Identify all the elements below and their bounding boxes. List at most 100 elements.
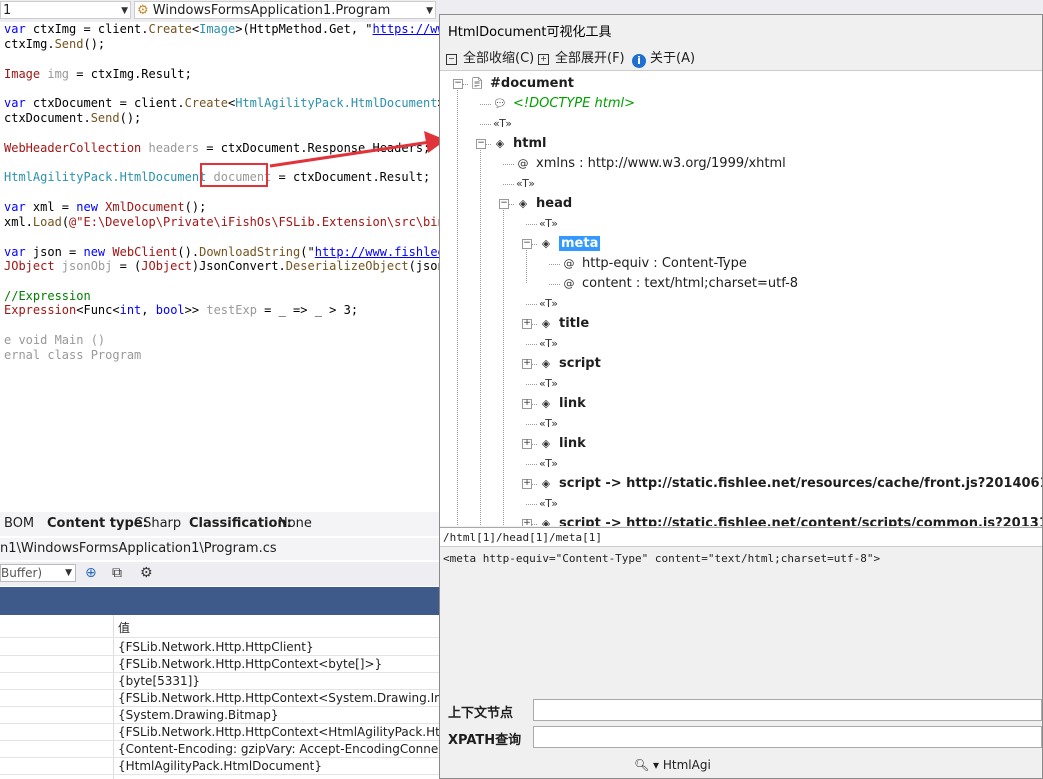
tree-node-text[interactable]: «T» bbox=[516, 175, 536, 193]
grid-value: {FSLib.Network.Http.HttpClient} bbox=[118, 640, 314, 654]
tree-node-link[interactable]: ◈ link bbox=[539, 435, 586, 453]
tree-node-label: head bbox=[536, 196, 573, 211]
buffer-dropdown-label: Buffer) bbox=[1, 566, 43, 580]
collapse-toggle-icon[interactable]: − bbox=[522, 239, 532, 249]
element-icon: ◈ bbox=[541, 237, 551, 250]
tree-node-head[interactable]: ◈ head bbox=[516, 195, 572, 213]
tree-node-label: content : text/html;charset=utf-8 bbox=[582, 276, 799, 291]
grid-value: {FSLib.Network.Http.HttpContext<byte[]>} bbox=[118, 657, 383, 671]
expand-toggle-icon[interactable]: + bbox=[522, 399, 532, 409]
tree-node-text[interactable]: «T» bbox=[539, 375, 559, 393]
tree-node-document[interactable]: 📄︎ #document bbox=[470, 75, 574, 93]
expand-toggle-icon[interactable]: + bbox=[522, 359, 532, 369]
tree-connector bbox=[526, 304, 537, 305]
element-icon: ◈ bbox=[541, 517, 551, 526]
globe-icon[interactable]: ⊕ bbox=[85, 565, 97, 581]
context-node-label: 上下文节点 bbox=[448, 706, 514, 721]
collapse-toggle-icon[interactable]: − bbox=[499, 199, 509, 209]
search-box[interactable]: 🔍︎ ▾ HtmlAgi bbox=[634, 758, 711, 772]
grid-row[interactable]: {byte[5331]} bbox=[0, 672, 440, 690]
tree-node-label: xmlns : http://www.w3.org/1999/xhtml bbox=[536, 156, 786, 171]
settings-icon[interactable]: ⚙ bbox=[140, 565, 153, 581]
context-node-input[interactable] bbox=[533, 699, 1042, 721]
xpath-query-input[interactable] bbox=[533, 726, 1042, 748]
tree-connector bbox=[480, 143, 481, 526]
comment-icon: 💬︎ bbox=[493, 97, 507, 110]
tree-node-label: meta bbox=[559, 236, 601, 251]
tree-node-script[interactable]: ◈ script -> http://static.fishlee.net/res… bbox=[539, 475, 1042, 493]
grid-value: {System.Drawing.Bitmap} bbox=[118, 708, 279, 722]
collapse-toggle-icon[interactable]: − bbox=[476, 139, 486, 149]
copy-icon[interactable]: ⧉ bbox=[112, 565, 122, 581]
file-path: n1\WindowsFormsApplication1\Program.cs bbox=[0, 541, 277, 556]
expand-all-menu[interactable]: + 全部展开(F) bbox=[538, 47, 625, 66]
grid-row[interactable]: {System.Drawing.Bitmap} bbox=[0, 706, 440, 724]
tree-node-label: link bbox=[559, 396, 586, 411]
tree-node-link[interactable]: ◈ link bbox=[539, 395, 586, 413]
grid-value: {HtmlAgilityPack.HtmlDocument} bbox=[118, 759, 322, 773]
tree-connector bbox=[526, 464, 537, 465]
grid-row[interactable]: {FSLib.Network.Http.HttpContext<System.D… bbox=[0, 689, 440, 707]
collapse-all-menu[interactable]: − 全部收缩(C) bbox=[446, 47, 534, 66]
classification-label: Classification: bbox=[189, 516, 292, 531]
xpath-display: /html[1]/head[1]/meta[1] bbox=[440, 527, 1042, 547]
tree-node-label: script -> http://static.fishlee.net/reso… bbox=[559, 476, 1042, 491]
dom-tree[interactable]: − 📄︎ #document 💬︎ <!DOCTYPE html> «T» − ◈ html @ x… bbox=[440, 70, 1042, 526]
text-node-icon: «T» bbox=[539, 497, 558, 510]
tree-node-label: script bbox=[559, 356, 601, 371]
tree-node-text[interactable]: «T» bbox=[539, 495, 559, 513]
tree-node-label: script -> http://static.fishlee.net/cont… bbox=[559, 516, 1042, 526]
tree-node-attribute[interactable]: @ http-equiv : Content-Type bbox=[562, 255, 747, 273]
grid-row[interactable]: {HtmlAgilityPack.HtmlDocument} bbox=[0, 757, 440, 775]
tree-node-doctype[interactable]: 💬︎ <!DOCTYPE html> bbox=[493, 95, 635, 113]
tree-node-html[interactable]: ◈ html bbox=[493, 135, 547, 153]
tree-node-label: html bbox=[513, 136, 547, 151]
grid-value: {Content-Encoding: gzipVary: Accept-Enco… bbox=[118, 742, 440, 756]
element-icon: ◈ bbox=[541, 357, 551, 370]
grid-row[interactable]: {FSLib.Network.Http.HttpContext<HtmlAgil… bbox=[0, 723, 440, 741]
tree-node-attribute[interactable]: @ xmlns : http://www.w3.org/1999/xhtml bbox=[516, 155, 786, 173]
info-icon: i bbox=[632, 54, 646, 68]
tree-connector bbox=[549, 264, 560, 265]
buffer-dropdown[interactable]: Buffer) ▼ bbox=[0, 564, 76, 582]
tree-connector bbox=[526, 504, 537, 505]
tree-node-attribute[interactable]: @ content : text/html;charset=utf-8 bbox=[562, 275, 799, 293]
text-node-icon: «T» bbox=[539, 377, 558, 390]
grid-row[interactable]: {Content-Encoding: gzipVary: Accept-Enco… bbox=[0, 740, 440, 758]
expand-toggle-icon[interactable]: + bbox=[522, 479, 532, 489]
attribute-icon: @ bbox=[563, 277, 575, 290]
tree-node-script[interactable]: ◈ script bbox=[539, 355, 601, 373]
tree-node-text[interactable]: «T» bbox=[539, 415, 559, 433]
tree-connector bbox=[480, 124, 491, 125]
collapse-toggle-icon[interactable]: − bbox=[453, 79, 463, 89]
grid-header: 值 bbox=[0, 615, 440, 638]
about-menu[interactable]: i 关于(A) bbox=[632, 47, 695, 68]
tree-node-text[interactable]: «T» bbox=[493, 115, 513, 133]
grid-value: {byte[5331]} bbox=[118, 674, 200, 688]
tree-node-label: #document bbox=[490, 76, 574, 91]
tree-node-script[interactable]: ◈ script -> http://static.fishlee.net/con… bbox=[539, 515, 1042, 526]
tree-node-text[interactable]: «T» bbox=[539, 455, 559, 473]
element-icon: ◈ bbox=[541, 437, 551, 450]
grid-row[interactable]: {FSLib.Network.Http.HttpClient} bbox=[0, 638, 440, 656]
text-node-icon: «T» bbox=[539, 217, 558, 230]
tree-node-text[interactable]: «T» bbox=[539, 215, 559, 233]
text-node-icon: «T» bbox=[539, 417, 558, 430]
tree-connector bbox=[503, 203, 504, 526]
grid-row[interactable]: {FSLib.Network.Http.HttpContext<byte[]>} bbox=[0, 655, 440, 673]
tree-node-title[interactable]: ◈ title bbox=[539, 315, 589, 333]
expand-toggle-icon[interactable]: + bbox=[522, 319, 532, 329]
expand-toggle-icon[interactable]: + bbox=[522, 519, 532, 526]
tree-node-text[interactable]: «T» bbox=[539, 295, 559, 313]
tree-connector bbox=[526, 424, 537, 425]
tree-node-text[interactable]: «T» bbox=[539, 335, 559, 353]
text-node-icon: «T» bbox=[493, 117, 512, 130]
tree-connector bbox=[503, 184, 514, 185]
xpath-query-label: XPATH查询 bbox=[448, 733, 522, 748]
window-title: HtmlDocument可视化工具 bbox=[448, 25, 612, 40]
tree-connector bbox=[480, 104, 491, 105]
attribute-icon: @ bbox=[517, 157, 529, 170]
expand-toggle-icon[interactable]: + bbox=[522, 439, 532, 449]
buffer-toolbar: Buffer) ▼ ⊕ ⧉ ⚙ bbox=[0, 562, 440, 586]
tree-node-meta[interactable]: ◈ meta bbox=[539, 235, 601, 253]
